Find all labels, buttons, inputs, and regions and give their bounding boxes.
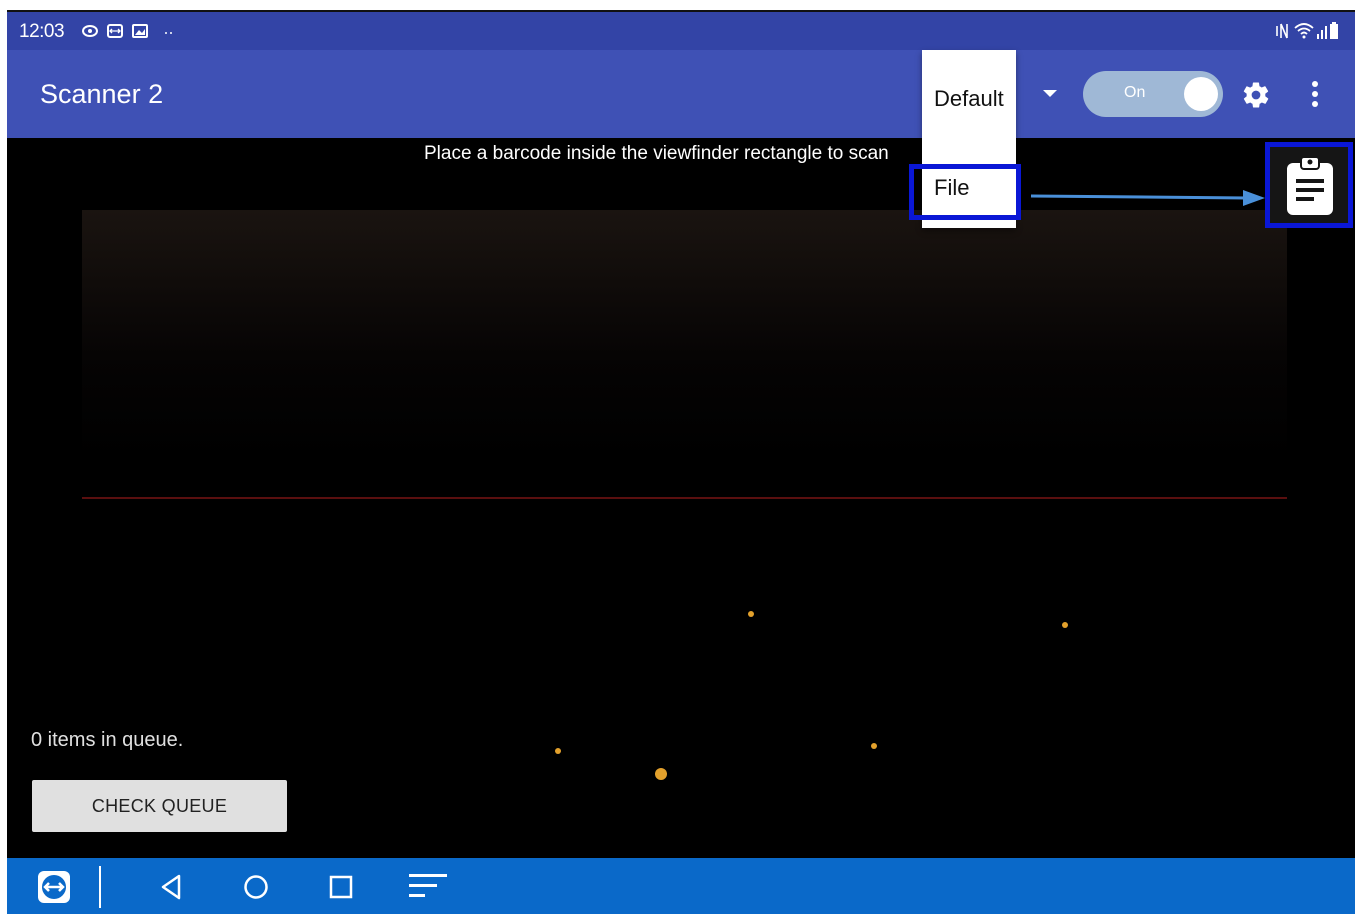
scan-line [82, 497, 1287, 499]
nav-bar [7, 858, 1355, 914]
annotation-arrow [1030, 190, 1265, 206]
battery-icon [1330, 22, 1338, 39]
more-vert-icon[interactable] [1309, 80, 1321, 110]
focus-dot [748, 611, 754, 617]
nav-divider [99, 866, 101, 908]
teamviewer-status-icon [107, 24, 123, 38]
file-highlight-box [909, 164, 1021, 220]
clipboard-icon[interactable] [1284, 155, 1336, 217]
status-bar: 12:03 [7, 10, 1355, 50]
gear-icon[interactable] [1241, 80, 1271, 110]
wifi-icon [1294, 23, 1314, 39]
toggle-label: On [1124, 84, 1146, 101]
more-dots-icon [165, 32, 172, 34]
focus-dot [871, 743, 877, 749]
status-time: 12:03 [19, 21, 65, 42]
toggle-knob [1184, 77, 1218, 111]
app-bar: Scanner 2 On [7, 50, 1355, 138]
focus-dot [1062, 622, 1068, 628]
menu-icon[interactable] [409, 872, 449, 900]
check-queue-button[interactable]: CHECK QUEUE [32, 780, 287, 832]
teamviewer-icon[interactable] [37, 870, 71, 904]
image-icon [132, 24, 148, 38]
scan-instruction: Place a barcode inside the viewfinder re… [424, 143, 889, 164]
dropdown-arrow-icon[interactable] [1043, 90, 1057, 97]
recents-icon[interactable] [329, 875, 353, 899]
eye-icon [82, 25, 98, 37]
viewfinder [82, 210, 1287, 460]
queue-status: 0 items in queue. [31, 729, 184, 751]
device-screen: 12:03 Scanner 2 On Place a barcode insid… [7, 10, 1355, 914]
focus-dot [555, 748, 561, 754]
focus-dot [655, 768, 667, 780]
system-status-icons [1276, 22, 1338, 39]
menu-item-default[interactable]: Default [934, 86, 1004, 112]
back-icon[interactable] [159, 874, 183, 900]
signal-icon [1317, 26, 1327, 39]
clipboard-highlight-box [1265, 142, 1353, 228]
home-icon[interactable] [243, 874, 269, 900]
app-title: Scanner 2 [40, 79, 164, 109]
scanner-toggle[interactable]: On [1083, 71, 1223, 117]
vibrate-mute-icon [1276, 23, 1288, 39]
